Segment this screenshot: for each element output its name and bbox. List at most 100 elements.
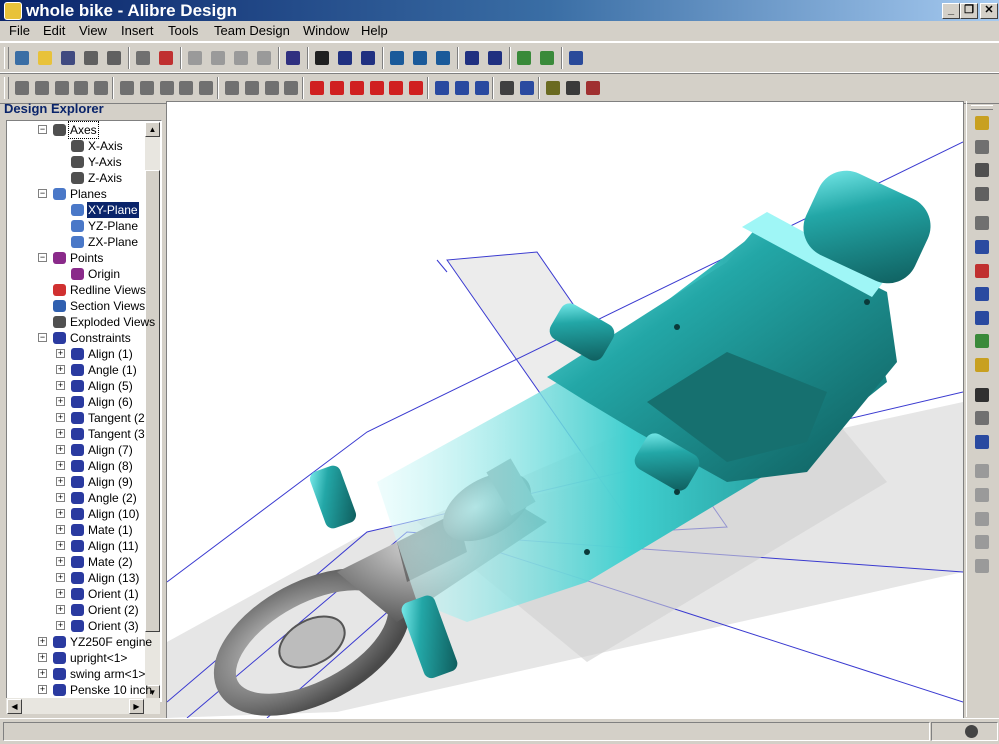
collapse-icon[interactable]: − <box>38 333 47 342</box>
tree-horizontal-scrollbar[interactable]: ◀ ▶ <box>6 698 160 714</box>
close-button[interactable]: ✕ <box>980 3 998 19</box>
check-button[interactable] <box>543 78 563 98</box>
mirror-button[interactable] <box>137 78 157 98</box>
toolbar-grip[interactable] <box>4 47 9 69</box>
scroll-thumb[interactable] <box>145 170 160 632</box>
expand-icon[interactable]: + <box>38 637 47 646</box>
replace-part-button[interactable] <box>52 78 72 98</box>
expand-icon[interactable]: + <box>56 429 65 438</box>
expand-icon[interactable]: + <box>56 541 65 550</box>
tree-item[interactable]: X-Axis <box>7 138 143 154</box>
tree-item[interactable]: + swing arm<1> <box>7 666 145 682</box>
model-viewport[interactable] <box>166 101 964 719</box>
hexagon-button[interactable] <box>972 184 992 204</box>
tree-item[interactable]: − Points <box>7 250 143 266</box>
point-tool-button[interactable] <box>972 160 992 180</box>
tree-item[interactable]: − Planes <box>7 186 143 202</box>
check-in-button[interactable] <box>81 48 101 68</box>
anchor-part-button[interactable] <box>12 78 32 98</box>
shell-button[interactable] <box>972 308 992 328</box>
sheet-metal-5-button[interactable] <box>972 556 992 576</box>
copy-button[interactable] <box>208 48 228 68</box>
expand-icon[interactable]: + <box>56 509 65 518</box>
tree-item[interactable]: Redline Views <box>7 282 146 298</box>
tree-item[interactable]: + Align (7) <box>7 442 143 458</box>
expand-icon[interactable]: + <box>38 685 47 694</box>
move-down-button[interactable] <box>222 78 242 98</box>
tree-item[interactable]: + Align (11) <box>7 538 143 554</box>
menu-view[interactable]: View <box>79 23 107 39</box>
material-button[interactable] <box>972 355 992 375</box>
function-button[interactable] <box>972 385 992 405</box>
sheet-metal-4-button[interactable] <box>972 532 992 552</box>
sphere-button[interactable] <box>972 213 992 233</box>
next-view-button[interactable] <box>485 48 505 68</box>
tree-item[interactable]: + Align (10) <box>7 506 143 522</box>
expand-icon[interactable]: + <box>56 477 65 486</box>
tree-item[interactable]: + Mate (1) <box>7 522 143 538</box>
insert-part-button[interactable] <box>32 78 52 98</box>
zoom-window-button[interactable] <box>410 48 430 68</box>
toolbar-grip[interactable] <box>4 77 9 99</box>
delete-button[interactable] <box>254 48 274 68</box>
menu-tools[interactable]: Tools <box>168 23 198 39</box>
tree-item[interactable]: Exploded Views <box>7 314 155 330</box>
redline-line-style-button[interactable] <box>406 78 426 98</box>
expand-icon[interactable]: + <box>56 525 65 534</box>
redline-text-button[interactable] <box>367 78 387 98</box>
scroll-right-button[interactable]: ▶ <box>129 699 144 714</box>
expand-icon[interactable]: + <box>38 669 47 678</box>
tree-item[interactable]: XY-Plane <box>7 202 143 218</box>
tree-item[interactable]: + Mate (2) <box>7 554 143 570</box>
display-mode-button[interactable] <box>537 48 557 68</box>
measure-button[interactable] <box>563 78 583 98</box>
menu-insert[interactable]: Insert <box>121 23 154 39</box>
tree-item[interactable]: + YZ250F engine <box>7 634 152 650</box>
view-cube-button[interactable] <box>972 113 992 133</box>
tree-item[interactable]: − Constraints <box>7 330 143 346</box>
reference-plane-button[interactable] <box>432 78 452 98</box>
save-button[interactable] <box>58 48 78 68</box>
expand-icon[interactable]: + <box>56 493 65 502</box>
expand-icon[interactable]: + <box>56 349 65 358</box>
undo-button[interactable] <box>283 48 303 68</box>
design-explorer-tree[interactable]: ▲ ▼ − Axes X-Axis Y-Axis Z-Axis − Planes XY-Pla… <box>6 120 162 702</box>
tree-item[interactable]: ZX-Plane <box>7 234 143 250</box>
print-button[interactable] <box>133 48 153 68</box>
tree-item[interactable]: + Align (13) <box>7 570 143 586</box>
tree-item[interactable]: + Align (8) <box>7 458 143 474</box>
scroll-up-button[interactable]: ▲ <box>145 122 160 137</box>
tree-item[interactable]: Z-Axis <box>7 170 143 186</box>
expand-icon[interactable]: + <box>56 621 65 630</box>
expand-icon[interactable]: + <box>56 557 65 566</box>
export-pdf-button[interactable] <box>156 48 176 68</box>
sheet-metal-2-button[interactable] <box>972 485 992 505</box>
grid-button[interactable] <box>972 137 992 157</box>
scroll-left-button[interactable]: ◀ <box>7 699 22 714</box>
previous-view-button[interactable] <box>462 48 482 68</box>
reference-axis-button[interactable] <box>452 78 472 98</box>
expand-icon[interactable]: + <box>56 445 65 454</box>
color-part-button[interactable] <box>972 261 992 281</box>
tree-item[interactable]: Y-Axis <box>7 154 143 170</box>
tree-item[interactable]: Origin <box>7 266 143 282</box>
redline-pen-button[interactable] <box>307 78 327 98</box>
new-button[interactable] <box>12 48 32 68</box>
expand-icon[interactable]: + <box>56 573 65 582</box>
shaded-view-button[interactable] <box>514 48 534 68</box>
rotate-button[interactable] <box>358 48 378 68</box>
solid-button[interactable] <box>972 284 992 304</box>
constraint-tool-button[interactable] <box>91 78 111 98</box>
collapse-icon[interactable]: − <box>38 253 47 262</box>
redline-rectangle-button[interactable] <box>347 78 367 98</box>
paint-button[interactable] <box>972 432 992 452</box>
menu-help[interactable]: Help <box>361 23 388 39</box>
collapse-icon[interactable]: − <box>38 189 47 198</box>
interference-button[interactable] <box>157 78 177 98</box>
menu-file[interactable]: File <box>9 23 30 39</box>
restore-button[interactable]: ❐ <box>960 3 978 19</box>
toolbar-grip[interactable] <box>971 105 993 110</box>
check-out-button[interactable] <box>104 48 124 68</box>
tree-item[interactable]: + Orient (3) <box>7 618 143 634</box>
open-button[interactable] <box>35 48 55 68</box>
